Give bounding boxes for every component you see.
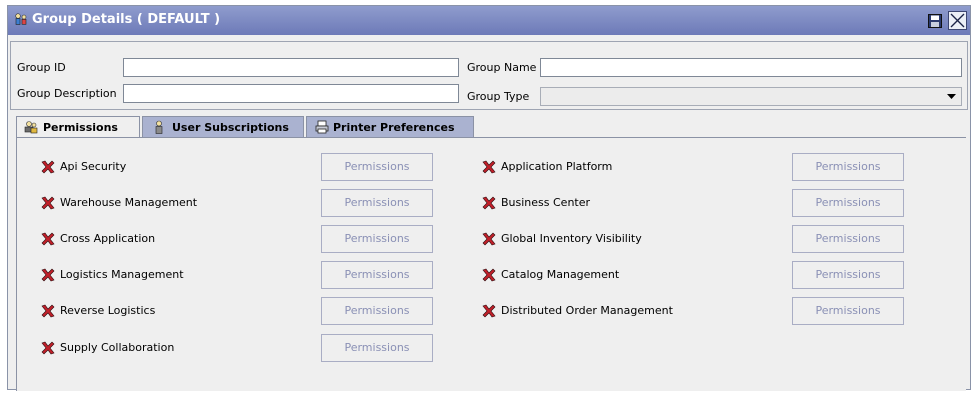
users-icon (24, 121, 38, 134)
permission-label: Cross Application (60, 232, 156, 245)
denied-icon (482, 160, 496, 174)
group-name-input[interactable] (540, 58, 962, 77)
permission-label: Api Security (60, 160, 127, 173)
permission-label: Catalog Management (501, 268, 620, 281)
permissions-button[interactable]: Permissions (321, 225, 433, 253)
permissions-panel: Api Security Permissions Warehouse Manag… (16, 137, 966, 391)
denied-icon (41, 341, 55, 355)
close-button[interactable] (948, 11, 967, 30)
group-icon (15, 13, 27, 25)
denied-icon (482, 232, 496, 246)
close-icon (950, 13, 965, 28)
tab-printer-preferences[interactable]: Printer Preferences (306, 116, 474, 138)
permission-label: Warehouse Management (60, 196, 198, 209)
permissions-button[interactable]: Permissions (321, 297, 433, 325)
permissions-button[interactable]: Permissions (792, 261, 904, 289)
group-type-select[interactable] (540, 87, 962, 106)
group-form: Group ID Group Name Group Description Gr… (10, 41, 968, 110)
permission-label: Supply Collaboration (60, 341, 175, 354)
window-title: Group Details ( DEFAULT ) (32, 12, 221, 27)
permissions-button[interactable]: Permissions (792, 189, 904, 217)
tab-permissions-label: Permissions (43, 121, 118, 134)
permission-label: Global Inventory Visibility (501, 232, 642, 245)
denied-icon (482, 268, 496, 282)
group-description-input[interactable] (123, 84, 459, 103)
group-id-input[interactable] (123, 58, 459, 77)
denied-icon (41, 196, 55, 210)
tab-user-subscriptions[interactable]: User Subscriptions (142, 116, 304, 138)
permissions-button[interactable]: Permissions (792, 153, 904, 181)
printer-icon (315, 120, 329, 134)
tab-printer-preferences-label: Printer Preferences (333, 121, 455, 134)
permission-label: Application Platform (501, 160, 613, 173)
group-details-window: Group Details ( DEFAULT ) Group ID Group… (7, 5, 971, 391)
permissions-button[interactable]: Permissions (321, 153, 433, 181)
title-bar: Group Details ( DEFAULT ) (8, 6, 970, 35)
permission-label: Business Center (501, 196, 591, 209)
denied-icon (41, 232, 55, 246)
permission-label: Reverse Logistics (60, 304, 156, 317)
group-type-label: Group Type (467, 90, 530, 103)
permission-label: Distributed Order Management (501, 304, 673, 317)
user-icon (155, 120, 163, 134)
permissions-button[interactable]: Permissions (321, 261, 433, 289)
tab-permissions[interactable]: Permissions (16, 116, 140, 139)
save-icon[interactable] (928, 14, 942, 28)
group-name-label: Group Name (467, 61, 537, 74)
denied-icon (41, 160, 55, 174)
permissions-button[interactable]: Permissions (792, 225, 904, 253)
group-description-label: Group Description (17, 87, 117, 100)
tab-user-subscriptions-label: User Subscriptions (172, 121, 289, 134)
denied-icon (41, 268, 55, 282)
permissions-button[interactable]: Permissions (321, 334, 433, 362)
group-id-label: Group ID (17, 61, 66, 74)
denied-icon (41, 304, 55, 318)
permissions-button[interactable]: Permissions (321, 189, 433, 217)
permissions-button[interactable]: Permissions (792, 297, 904, 325)
chevron-down-icon[interactable] (946, 91, 957, 102)
denied-icon (482, 196, 496, 210)
permission-label: Logistics Management (60, 268, 184, 281)
denied-icon (482, 304, 496, 318)
